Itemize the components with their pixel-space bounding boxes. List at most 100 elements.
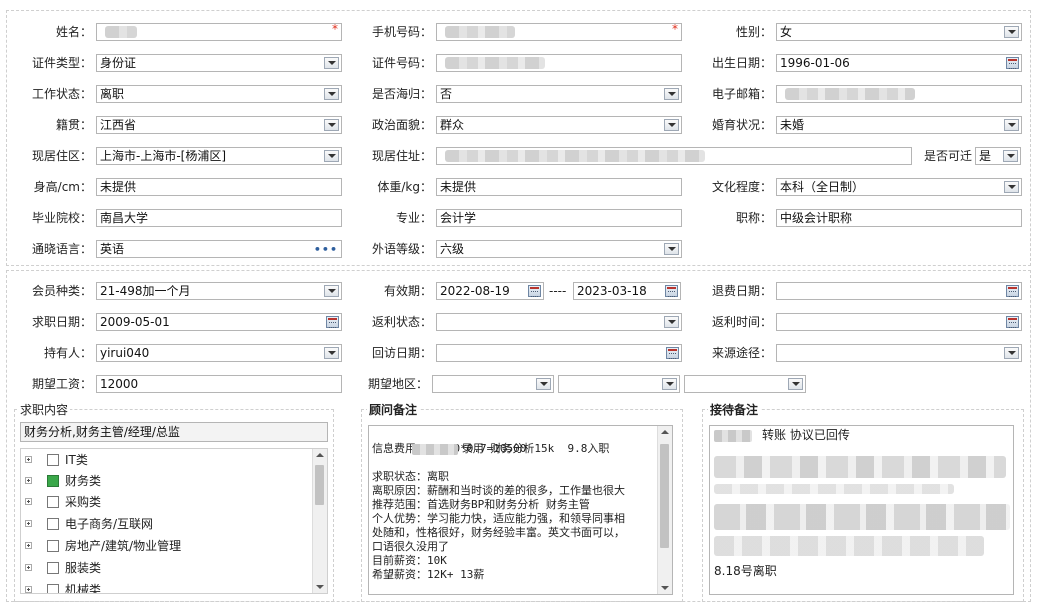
redacted-name: [411, 443, 458, 455]
expand-icon[interactable]: [25, 542, 32, 549]
dropdown-arrow-icon[interactable]: [324, 150, 339, 162]
member-type-select[interactable]: 21-498加一个月: [96, 282, 342, 300]
relocatable-select[interactable]: 是: [975, 147, 1021, 165]
source-select[interactable]: [776, 344, 1022, 362]
email-input[interactable]: [776, 85, 1022, 103]
dropdown-arrow-icon[interactable]: [324, 285, 339, 297]
job-category-tree[interactable]: IT类 财务类 采购类 电子商务/互联网 房地产/建筑/物业管理 服装类 机械类: [20, 448, 328, 594]
dropdown-arrow-icon[interactable]: [664, 316, 679, 328]
languages-input[interactable]: 英语 •••: [96, 240, 342, 258]
height-input[interactable]: 未提供: [96, 178, 342, 196]
language-level-label: 外语等级：: [371, 242, 432, 256]
overseas-returnee-select[interactable]: 否: [436, 85, 682, 103]
political-status-select[interactable]: 群众: [436, 116, 682, 134]
major-input[interactable]: 会计学: [436, 209, 682, 227]
expected-area-district-select[interactable]: [684, 375, 806, 393]
reception-notes-textarea[interactable]: 转账 协议已回传 8.18号离职: [709, 425, 1014, 595]
education-select[interactable]: 本科（全日制）: [776, 178, 1022, 196]
dropdown-arrow-icon[interactable]: [664, 243, 679, 255]
holder-select[interactable]: yirui040: [96, 344, 342, 362]
expected-area-city-select[interactable]: [558, 375, 680, 393]
return-visit-date-input[interactable]: [436, 344, 682, 362]
scroll-thumb[interactable]: [660, 444, 669, 548]
tree-checkbox[interactable]: [47, 540, 59, 552]
tree-checkbox[interactable]: [47, 562, 59, 574]
tree-checkbox[interactable]: [47, 518, 59, 530]
calendar-icon[interactable]: [666, 347, 679, 359]
expand-icon[interactable]: [25, 477, 32, 484]
tree-checkbox[interactable]: [47, 584, 59, 593]
tree-checkbox[interactable]: [47, 496, 59, 508]
native-place-select[interactable]: 江西省: [96, 116, 342, 134]
tree-item[interactable]: 财务类: [21, 471, 313, 491]
tree-scrollbar[interactable]: [312, 449, 327, 593]
work-status-select[interactable]: 离职: [96, 85, 342, 103]
phone-input[interactable]: *: [436, 23, 682, 41]
job-seek-date-input[interactable]: 2009-05-01: [96, 313, 342, 331]
validity-end-input[interactable]: 2023-03-18: [573, 282, 681, 300]
dropdown-arrow-icon[interactable]: [1004, 26, 1019, 38]
residence-area-select[interactable]: 上海市-上海市-[杨浦区]: [96, 147, 342, 165]
language-level-select[interactable]: 六级: [436, 240, 682, 258]
weight-input[interactable]: 未提供: [436, 178, 682, 196]
id-number-input[interactable]: [436, 54, 682, 72]
expand-icon[interactable]: [25, 498, 32, 505]
expand-icon[interactable]: [25, 520, 32, 527]
dropdown-arrow-icon[interactable]: [536, 378, 551, 390]
marital-status-select[interactable]: 未婚: [776, 116, 1022, 134]
residence-address-input[interactable]: [436, 147, 912, 165]
calendar-icon[interactable]: [1006, 316, 1019, 328]
scroll-down-icon[interactable]: [661, 586, 669, 590]
dropdown-arrow-icon[interactable]: [324, 347, 339, 359]
calendar-icon[interactable]: [1006, 285, 1019, 297]
tree-item[interactable]: IT类: [21, 450, 313, 470]
name-input[interactable]: *: [96, 23, 342, 41]
expected-salary-input[interactable]: 12000: [96, 375, 342, 393]
expand-icon[interactable]: [25, 564, 32, 571]
dropdown-arrow-icon[interactable]: [662, 378, 677, 390]
school-input[interactable]: 南昌大学: [96, 209, 342, 227]
dropdown-arrow-icon[interactable]: [324, 119, 339, 131]
calendar-icon[interactable]: [326, 316, 339, 328]
tree-item[interactable]: 机械类: [21, 580, 313, 593]
tree-item[interactable]: 采购类: [21, 492, 313, 512]
title-input[interactable]: 中级会计职称: [776, 209, 1022, 227]
birth-date-input[interactable]: 1996-01-06: [776, 54, 1022, 72]
dropdown-arrow-icon[interactable]: [664, 119, 679, 131]
rebate-status-select[interactable]: [436, 313, 682, 331]
scroll-up-icon[interactable]: [661, 430, 669, 434]
dropdown-arrow-icon[interactable]: [1004, 119, 1019, 131]
expected-area-province-select[interactable]: [432, 375, 554, 393]
notes-scrollbar[interactable]: [657, 426, 672, 594]
dropdown-arrow-icon[interactable]: [324, 88, 339, 100]
scroll-down-icon[interactable]: [316, 585, 324, 589]
calendar-icon[interactable]: [528, 285, 541, 297]
tree-checkbox[interactable]: [47, 454, 59, 466]
tree-checkbox-checked[interactable]: [47, 475, 59, 487]
id-type-select[interactable]: 身份证: [96, 54, 342, 72]
tree-item[interactable]: 房地产/建筑/物业管理: [21, 536, 313, 556]
calendar-icon[interactable]: [665, 285, 678, 297]
gender-select[interactable]: 女: [776, 23, 1022, 41]
dropdown-arrow-icon[interactable]: [1003, 150, 1018, 162]
scroll-thumb[interactable]: [315, 465, 324, 505]
more-options-icon[interactable]: •••: [314, 242, 338, 257]
dropdown-arrow-icon[interactable]: [1004, 181, 1019, 193]
dropdown-arrow-icon[interactable]: [324, 57, 339, 69]
validity-start-input[interactable]: 2022-08-19: [436, 282, 544, 300]
consultant-notes-textarea[interactable]: 录用 财务分析15k 9.8入职 信息费用：15000*0.7=10500 求职…: [368, 425, 673, 595]
refund-date-input[interactable]: [776, 282, 1022, 300]
expand-icon[interactable]: [25, 456, 32, 463]
expand-icon[interactable]: [25, 586, 32, 593]
scroll-up-icon[interactable]: [316, 453, 324, 457]
calendar-icon[interactable]: [1006, 57, 1019, 69]
tree-item[interactable]: 电子商务/互联网: [21, 514, 313, 534]
dropdown-arrow-icon[interactable]: [664, 88, 679, 100]
tree-item[interactable]: 服装类: [21, 558, 313, 578]
rebate-time-input[interactable]: [776, 313, 1022, 331]
dropdown-arrow-icon[interactable]: [788, 378, 803, 390]
reception-first-line: 转账 协议已回传: [762, 428, 850, 442]
residence-address-label: 现居住址：: [371, 149, 432, 163]
dropdown-arrow-icon[interactable]: [1004, 347, 1019, 359]
job-content-selected-field[interactable]: 财务分析,财务主管/经理/总监: [20, 422, 328, 442]
